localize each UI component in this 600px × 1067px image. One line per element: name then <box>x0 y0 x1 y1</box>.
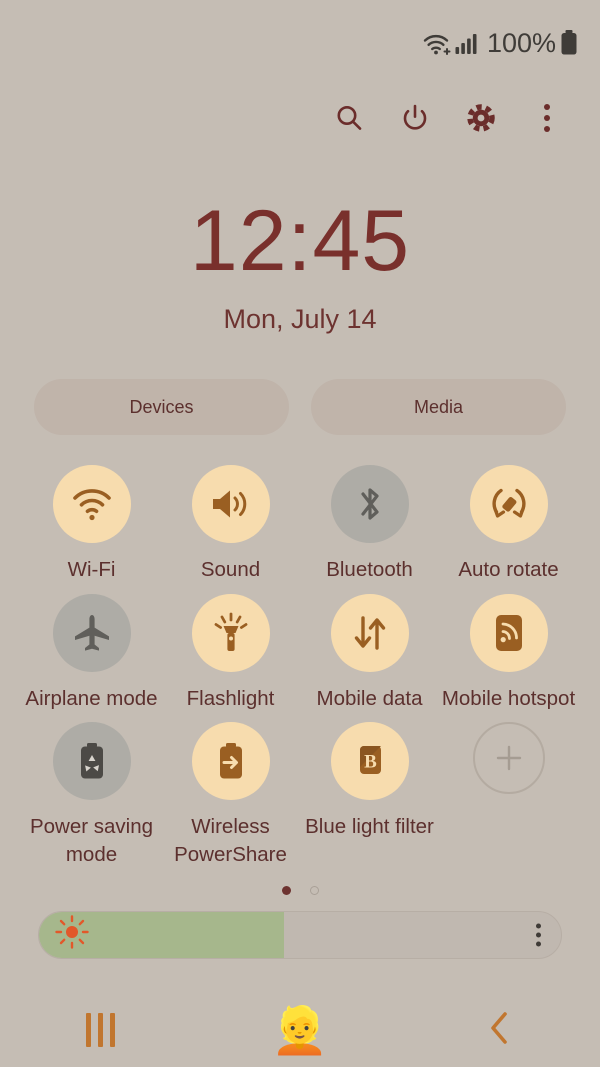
mobile-data-icon <box>330 593 409 672</box>
woman-with-hat-emoji: 👱 <box>271 1004 329 1056</box>
page-indicator <box>0 883 600 899</box>
back-button[interactable] <box>452 1000 548 1060</box>
battery-percent-label: 100% <box>486 27 556 58</box>
tile-label: Mobile hotspot <box>441 686 576 710</box>
devices-button[interactable]: Devices <box>34 379 289 435</box>
tile-auto-rotate[interactable]: Auto rotate <box>439 465 578 584</box>
quick-settings-panel: 100% 12:45 Mon, July 14 Devices Media Wi… <box>0 0 600 1067</box>
power-saving-icon <box>52 722 131 801</box>
status-bar: 100% <box>0 0 600 86</box>
power-icon[interactable] <box>398 101 432 135</box>
tile-label: Airplane mode <box>25 686 158 710</box>
tile-label: Mobile data <box>316 686 423 710</box>
tile-airplane-mode[interactable]: Airplane mode <box>22 593 161 713</box>
clock-block: 12:45 Mon, July 14 <box>0 198 600 335</box>
add-button-icon <box>472 722 545 795</box>
tile-label: Flashlight <box>186 686 275 710</box>
settings-gear-icon[interactable] <box>464 101 498 135</box>
tile-flashlight[interactable]: Flashlight <box>161 593 300 713</box>
tile-bluetooth[interactable]: Bluetooth <box>300 465 439 584</box>
tile-blue-light-filter[interactable]: B Blue light filter <box>300 722 439 868</box>
svg-text:B: B <box>364 752 377 773</box>
clock-time[interactable]: 12:45 <box>0 198 600 284</box>
tile-wireless-powershare[interactable]: Wireless PowerShare <box>161 722 300 868</box>
tile-label: Power saving mode <box>29 815 154 867</box>
tile-label: Auto rotate <box>458 558 559 581</box>
battery-full-icon <box>560 29 578 57</box>
wifi-icon <box>52 465 131 543</box>
mobile-hotspot-icon <box>469 593 548 672</box>
overflow-menu-icon[interactable] <box>530 101 564 135</box>
airplane-icon <box>52 593 131 672</box>
navigation-bar: 👱 <box>0 993 600 1067</box>
bluetooth-icon <box>330 465 409 543</box>
tile-add-button[interactable] <box>439 722 578 868</box>
recents-button[interactable] <box>52 1000 148 1060</box>
brightness-section <box>38 910 562 959</box>
auto-rotate-icon <box>469 465 548 543</box>
tile-label: Bluetooth <box>326 558 413 581</box>
tile-mobile-hotspot[interactable]: Mobile hotspot <box>439 593 578 713</box>
flashlight-icon <box>191 593 270 672</box>
page-dot-2[interactable] <box>309 886 319 896</box>
back-chevron-icon <box>485 1009 515 1052</box>
shortcut-pills: Devices Media <box>34 379 566 435</box>
brightness-options-icon[interactable] <box>536 923 541 947</box>
tile-label: Wireless PowerShare <box>174 815 287 867</box>
recents-icon <box>85 1013 115 1047</box>
tile-power-saving-mode[interactable]: Power saving mode <box>22 722 161 868</box>
tile-label: Sound <box>200 558 261 581</box>
quick-settings-tiles: Wi-Fi Sound Bluetooth Auto rotate Airpla… <box>22 465 578 869</box>
tile-label: Blue light filter <box>305 815 434 839</box>
clock-date[interactable]: Mon, July 14 <box>0 304 600 335</box>
sound-icon <box>191 465 270 543</box>
cellular-signal-icon <box>455 30 479 56</box>
media-button[interactable]: Media <box>311 379 566 435</box>
tile-label: Wi-Fi <box>67 558 116 581</box>
tile-sound[interactable]: Sound <box>161 465 300 584</box>
search-icon[interactable] <box>332 101 366 135</box>
wireless-powershare-icon <box>191 722 270 801</box>
wifi-plus-icon <box>422 30 452 56</box>
home-button[interactable]: 👱 <box>252 1000 348 1060</box>
page-dot-1[interactable] <box>281 886 291 896</box>
tile-mobile-data[interactable]: Mobile data <box>300 593 439 713</box>
tile-wifi[interactable]: Wi-Fi <box>22 465 161 584</box>
brightness-slider[interactable] <box>38 910 562 959</box>
quick-settings-toolbar <box>0 86 600 150</box>
brightness-sun-icon <box>55 915 89 954</box>
blue-light-filter-icon: B <box>330 722 409 801</box>
